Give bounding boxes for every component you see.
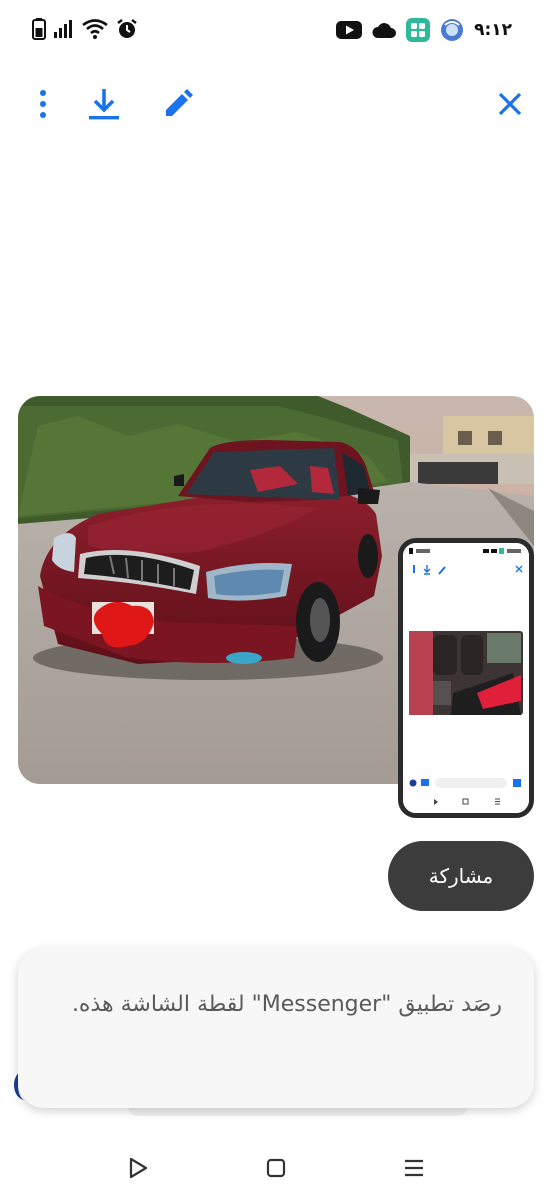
mini-preview-content [403, 543, 529, 813]
back-icon [129, 1157, 148, 1179]
status-time: ٩:١٢ [474, 20, 512, 40]
status-left-icons [32, 18, 138, 40]
share-button-label: مشاركة [428, 864, 494, 888]
home-icon [266, 1158, 286, 1178]
nav-home-button[interactable] [254, 1152, 298, 1184]
download-icon [89, 89, 119, 120]
close-button[interactable] [486, 78, 534, 130]
status-right-icons: ٩:١٢ [336, 18, 512, 42]
edit-icon [166, 89, 193, 116]
more-vert-icon [40, 90, 46, 118]
cloud-icon [372, 23, 397, 38]
screenshot-toolbar [0, 78, 552, 134]
system-nav-bar [0, 1140, 552, 1196]
nav-back-button[interactable] [116, 1152, 160, 1184]
share-button[interactable]: مشاركة [388, 841, 534, 911]
status-bar: ٩:١٢ [0, 0, 552, 60]
more-options-button[interactable] [19, 78, 67, 130]
close-icon [498, 92, 522, 116]
app-grid-icon [406, 18, 431, 42]
edit-button[interactable] [154, 78, 202, 130]
signal-icon [54, 20, 72, 38]
wifi-icon [82, 19, 108, 39]
download-button[interactable] [80, 78, 128, 130]
nav-recents-button[interactable] [392, 1152, 436, 1184]
mini-screenshot-preview[interactable] [398, 538, 534, 818]
snackbar-message: رصَد تطبيق "Messenger" لقطة الشاشة هذه. [71, 992, 502, 1017]
alarm-icon [117, 19, 137, 38]
assistant-icon [441, 19, 464, 41]
screenshot-detected-snackbar: رصَد تطبيق "Messenger" لقطة الشاشة هذه. [18, 948, 534, 1108]
recents-icon [405, 1159, 423, 1177]
battery-icon [32, 18, 46, 40]
youtube-icon [336, 21, 363, 39]
